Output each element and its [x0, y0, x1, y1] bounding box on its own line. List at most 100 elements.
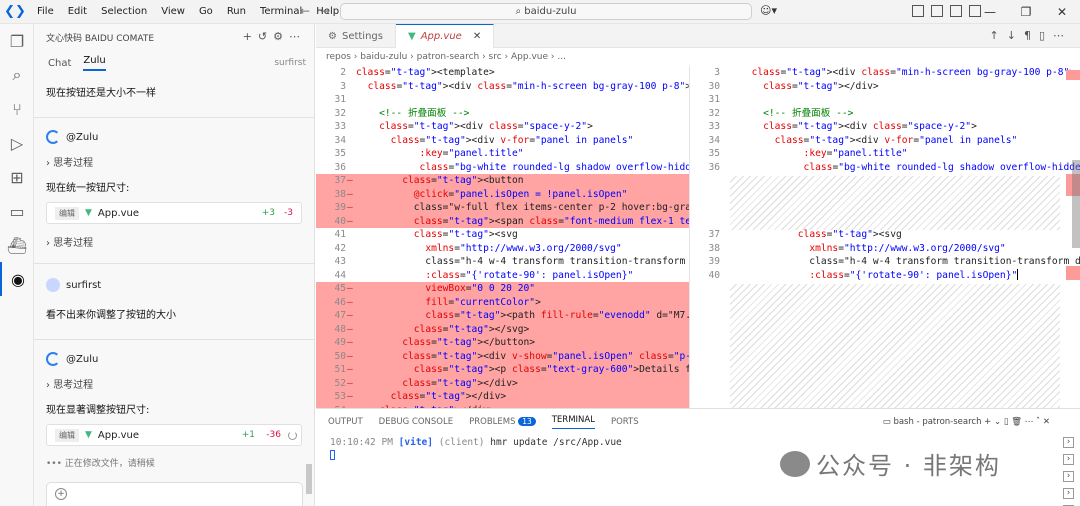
arrow-up-icon[interactable]: ↑ — [990, 29, 1007, 42]
sidebar-scrollbar[interactable] — [306, 464, 312, 494]
new-chat-icon[interactable]: + — [243, 30, 258, 43]
code-line[interactable]: 40 :class="{'rotate-90': panel.isOpen}" — [690, 269, 1080, 283]
explorer-icon[interactable]: ❐ — [0, 24, 34, 58]
code-line[interactable]: 48— class="t-tag"></svg> — [316, 322, 689, 336]
file-change-card[interactable]: 编辑 ▼ App.vue +3 -3 — [46, 202, 302, 224]
chat-input[interactable]: + — [46, 482, 303, 506]
menu-view[interactable]: View — [154, 6, 192, 17]
thinking-toggle[interactable]: › 思考过程 — [46, 376, 302, 391]
tab-ports[interactable]: PORTS — [611, 417, 639, 427]
tab-debug-console[interactable]: DEBUG CONSOLE — [379, 417, 453, 427]
code-line[interactable]: 33 class="t-tag"><div class="space-y-2"> — [316, 120, 689, 134]
tab-terminal[interactable]: TERMINAL — [551, 415, 595, 429]
menu-selection[interactable]: Selection — [94, 6, 154, 17]
restore-icon[interactable]: ❐ — [1008, 0, 1044, 24]
back-arrow-icon[interactable]: ← — [300, 4, 320, 18]
breadcrumb[interactable]: repos › baidu-zulu › patron-search › src… — [316, 48, 1080, 66]
editor-scrollbar[interactable] — [1072, 160, 1080, 248]
tab-chat[interactable]: Chat — [48, 58, 71, 69]
code-line[interactable]: 34 class="t-tag"><div v-for="panel in pa… — [316, 134, 689, 148]
split-editor-icon[interactable]: ▯ — [1039, 29, 1053, 42]
code-line[interactable]: 35 :key="panel.title" — [690, 147, 1080, 161]
tab-zulu[interactable]: Zulu — [83, 55, 106, 71]
close-panel-icon[interactable]: ✕ — [1043, 417, 1050, 427]
history-icon[interactable]: ↺ — [258, 30, 273, 43]
thinking-toggle[interactable]: › 思考过程 — [46, 154, 302, 169]
tab-settings[interactable]: ⚙ Settings — [316, 24, 396, 48]
new-terminal-icon[interactable]: + ⌄ — [984, 417, 1004, 427]
more-icon[interactable]: ⋯ — [289, 30, 306, 43]
code-line[interactable]: 30 class="t-tag"></div> — [690, 80, 1080, 94]
menu-run[interactable]: Run — [220, 6, 253, 17]
code-line[interactable]: 46— fill="currentColor"> — [316, 295, 689, 309]
code-line[interactable]: 3 class="t-tag"><div class="min-h-screen… — [690, 66, 1080, 80]
code-line[interactable]: 53— class="t-tag"></div> — [316, 390, 689, 404]
code-line[interactable]: 38— @click="panel.isOpen = !panel.isOpen… — [316, 187, 689, 201]
toggle-secondary-sidebar-icon[interactable] — [950, 5, 962, 17]
remote-explorer-icon[interactable]: ▭ — [0, 194, 34, 228]
thinking-toggle[interactable]: › 思考过程 — [34, 234, 314, 249]
code-line[interactable]: 50— class="t-tag"><div v-show="panel.isO… — [316, 349, 689, 363]
code-line[interactable]: 31 — [690, 93, 1080, 107]
diff-original-pane[interactable]: 2 class="t-tag"><template> 3 class="t-tag"… — [316, 66, 690, 408]
docker-icon[interactable]: ⛴ — [0, 228, 34, 262]
extensions-icon[interactable]: ⊞ — [0, 160, 34, 194]
arrow-down-icon[interactable]: ↓ — [1007, 29, 1024, 42]
tab-problems[interactable]: PROBLEMS 13 — [469, 417, 536, 427]
code-line[interactable]: 35 :key="panel.title" — [316, 147, 689, 161]
code-line[interactable]: 49— class="t-tag"></button> — [316, 336, 689, 350]
nav-arrows[interactable]: ←→ — [300, 4, 340, 18]
command-center-search[interactable]: ⌕ baidu-zulu — [340, 3, 752, 20]
maximize-panel-icon[interactable]: ˆ — [1036, 417, 1043, 427]
toggle-primary-sidebar-icon[interactable] — [912, 5, 924, 17]
code-line[interactable]: 38 xmlns="http://www.w3.org/2000/svg" — [690, 242, 1080, 256]
code-line[interactable]: 31 — [316, 93, 689, 107]
terminal-instance-icon[interactable]: › — [1063, 488, 1074, 499]
menu-edit[interactable]: Edit — [61, 6, 94, 17]
trash-icon[interactable]: 🗑 — [1011, 417, 1025, 427]
code-line[interactable]: 36 class="bg-white rounded-lg shadow ove… — [690, 161, 1080, 175]
code-line[interactable]: 40— class="t-tag"><span class="font-medi… — [316, 214, 689, 228]
code-line[interactable]: 32 <!-- 折叠面板 --> — [316, 107, 689, 121]
tab-output[interactable]: OUTPUT — [328, 417, 363, 427]
close-icon[interactable]: ✕ — [1044, 0, 1080, 24]
code-line[interactable]: 47— class="t-tag"><path fill-rule="eveno… — [316, 309, 689, 323]
code-line[interactable]: 42 xmlns="http://www.w3.org/2000/svg" — [316, 242, 689, 256]
code-line[interactable]: 45— viewBox="0 0 20 20" — [316, 282, 689, 296]
run-debug-icon[interactable]: ▷ — [0, 126, 34, 160]
file-change-card[interactable]: 编辑 ▼ App.vue +1 -36 — [46, 424, 302, 446]
paragraph-icon[interactable]: ¶ — [1024, 29, 1039, 42]
code-line[interactable]: 37 class="t-tag"><svg — [690, 228, 1080, 242]
code-line[interactable]: 39— class="w-full flex items-center p-2 … — [316, 201, 689, 215]
add-context-icon[interactable]: + — [55, 488, 67, 500]
toggle-panel-icon[interactable] — [931, 5, 943, 17]
code-line[interactable]: 41 class="t-tag"><svg — [316, 228, 689, 242]
source-control-icon[interactable]: ⑂ — [0, 92, 34, 126]
copilot-icon[interactable]: ☺▾ — [760, 4, 777, 17]
code-line[interactable]: 43 class="h-4 w-4 transform transition-t… — [316, 255, 689, 269]
terminal-instance-icon[interactable]: › — [1063, 454, 1074, 465]
close-tab-icon[interactable]: ✕ — [473, 31, 481, 42]
code-line[interactable]: 32 <!-- 折叠面板 --> — [690, 107, 1080, 121]
tab-app-vue[interactable]: ▼ App.vue ✕ — [395, 24, 495, 48]
code-line[interactable]: 2 class="t-tag"><template> — [316, 66, 689, 80]
terminal-shell-label[interactable]: bash - patron-search — [893, 417, 981, 427]
code-line[interactable]: 34 class="t-tag"><div v-for="panel in pa… — [690, 134, 1080, 148]
terminal-instance-icon[interactable]: › — [1063, 437, 1074, 448]
more-icon[interactable]: ⋯ — [1053, 29, 1072, 42]
menu-go[interactable]: Go — [192, 6, 220, 17]
minimize-icon[interactable]: — — [972, 0, 1008, 24]
code-line[interactable]: 44 :class="{'rotate-90': panel.isOpen}" — [316, 269, 689, 283]
menu-file[interactable]: File — [30, 6, 61, 17]
forward-arrow-icon[interactable]: → — [320, 4, 340, 18]
settings-gear-icon[interactable]: ⚙ — [273, 30, 289, 43]
code-line[interactable]: 52— class="t-tag"></div> — [316, 376, 689, 390]
code-line[interactable]: 37— class="t-tag"><button — [316, 174, 689, 188]
diff-modified-pane[interactable]: 3 class="t-tag"><div class="min-h-screen… — [690, 66, 1080, 408]
code-line[interactable]: 33 class="t-tag"><div class="space-y-2"> — [690, 120, 1080, 134]
code-line[interactable]: 3 class="t-tag"><div class="min-h-screen… — [316, 80, 689, 94]
code-line[interactable]: 36 class="bg-white rounded-lg shadow ove… — [316, 161, 689, 175]
search-icon[interactable]: ⌕ — [0, 58, 34, 92]
terminal-instance-icon[interactable]: › — [1063, 471, 1074, 482]
comate-icon[interactable]: ◉ — [0, 262, 34, 296]
